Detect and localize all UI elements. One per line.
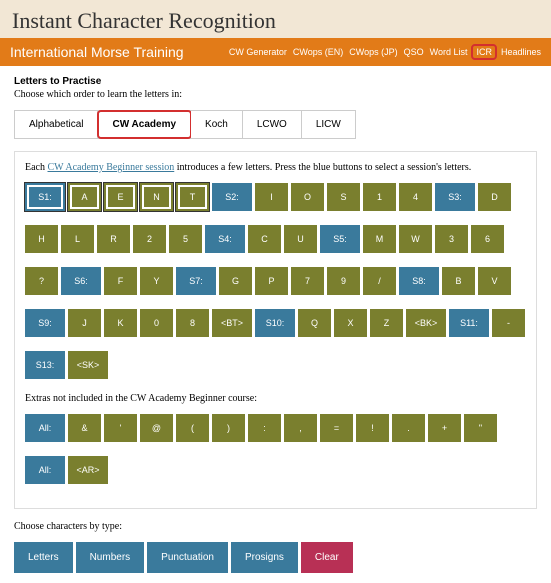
tab-koch[interactable]: Koch — [191, 111, 243, 138]
type-buttons: LettersNumbersPunctuationProsignsClear — [14, 542, 537, 573]
nav-link-icr[interactable]: ICR — [471, 44, 497, 60]
order-tabs: AlphabeticalCW AcademyKochLCWOLICW — [14, 110, 356, 139]
letter-button[interactable]: U — [284, 225, 317, 253]
letter-button[interactable]: + — [428, 414, 461, 442]
letter-button[interactable]: X — [334, 309, 367, 337]
letter-button[interactable]: W — [399, 225, 432, 253]
session-button[interactable]: S8: — [399, 267, 439, 295]
session-button[interactable]: S13: — [25, 351, 65, 379]
letter-button[interactable]: G — [219, 267, 252, 295]
nav-link-cwgenerator[interactable]: CW Generator — [229, 47, 287, 57]
letter-button[interactable]: @ — [140, 414, 173, 442]
session-button[interactable]: S2: — [212, 183, 252, 211]
session-button[interactable]: All: — [25, 414, 65, 442]
type-punctuation[interactable]: Punctuation — [147, 542, 228, 573]
letter-button[interactable]: : — [248, 414, 281, 442]
session-button[interactable]: S10: — [255, 309, 295, 337]
letter-button[interactable]: N — [140, 183, 173, 211]
letter-button[interactable]: F — [104, 267, 137, 295]
letter-button[interactable]: Q — [298, 309, 331, 337]
letter-button[interactable]: 1 — [363, 183, 396, 211]
letter-button[interactable]: ! — [356, 414, 389, 442]
type-label: Choose characters by type: — [14, 521, 537, 532]
nav-link-qso[interactable]: QSO — [404, 47, 424, 57]
letter-button[interactable]: I — [255, 183, 288, 211]
letter-button[interactable]: - — [492, 309, 525, 337]
session-button[interactable]: S4: — [205, 225, 245, 253]
letter-button[interactable]: P — [255, 267, 288, 295]
session-button[interactable]: All: — [25, 456, 65, 484]
section-title: Letters to Practise — [14, 76, 537, 87]
nav-link-cwopsen[interactable]: CWops (EN) — [293, 47, 343, 57]
letter-button[interactable]: L — [61, 225, 94, 253]
letter-button[interactable]: ' — [104, 414, 137, 442]
letter-button[interactable]: Z — [370, 309, 403, 337]
panel-desc: Each CW Academy Beginner session introdu… — [25, 162, 526, 173]
section-sub: Choose which order to learn the letters … — [14, 89, 537, 100]
nav-bar: International Morse Training CW Generato… — [0, 38, 551, 66]
letter-button[interactable]: H — [25, 225, 58, 253]
letter-button[interactable]: J — [68, 309, 101, 337]
session-button[interactable]: S7: — [176, 267, 216, 295]
letter-button[interactable]: / — [363, 267, 396, 295]
letter-button[interactable]: S — [327, 183, 360, 211]
letter-button[interactable]: 7 — [291, 267, 324, 295]
letter-button[interactable]: Y — [140, 267, 173, 295]
letter-button[interactable]: 5 — [169, 225, 202, 253]
letter-button[interactable]: 9 — [327, 267, 360, 295]
letters-panel: Each CW Academy Beginner session introdu… — [14, 151, 537, 509]
letter-button[interactable]: 3 — [435, 225, 468, 253]
type-clear[interactable]: Clear — [301, 542, 353, 573]
letter-button[interactable]: V — [478, 267, 511, 295]
type-letters[interactable]: Letters — [14, 542, 73, 573]
letter-button[interactable]: B — [442, 267, 475, 295]
letter-button[interactable]: . — [392, 414, 425, 442]
letter-button[interactable]: ? — [25, 267, 58, 295]
letter-button[interactable]: D — [478, 183, 511, 211]
tab-licw[interactable]: LICW — [302, 111, 355, 138]
letter-button[interactable]: R — [97, 225, 130, 253]
session-button[interactable]: S1: — [25, 183, 65, 211]
letter-button[interactable]: O — [291, 183, 324, 211]
session-button[interactable]: S5: — [320, 225, 360, 253]
letter-button[interactable]: <BT> — [212, 309, 252, 337]
letter-button[interactable]: 0 — [140, 309, 173, 337]
letter-button[interactable]: , — [284, 414, 317, 442]
tab-lcwo[interactable]: LCWO — [243, 111, 302, 138]
session-button[interactable]: S11: — [449, 309, 489, 337]
letter-button[interactable]: & — [68, 414, 101, 442]
letter-button[interactable]: = — [320, 414, 353, 442]
letter-button[interactable]: K — [104, 309, 137, 337]
letter-button[interactable]: M — [363, 225, 396, 253]
letter-button[interactable]: <BK> — [406, 309, 446, 337]
letter-button[interactable]: 6 — [471, 225, 504, 253]
letter-button[interactable]: <SK> — [68, 351, 108, 379]
letter-button[interactable]: " — [464, 414, 497, 442]
page-title: Instant Character Recognition — [12, 8, 539, 34]
tab-alphabetical[interactable]: Alphabetical — [15, 111, 98, 138]
nav-link-wordlist[interactable]: Word List — [430, 47, 468, 57]
letter-button[interactable]: T — [176, 183, 209, 211]
session-button[interactable]: S9: — [25, 309, 65, 337]
letter-button[interactable]: C — [248, 225, 281, 253]
letter-button[interactable]: 8 — [176, 309, 209, 337]
nav-link-headlines[interactable]: Headlines — [501, 47, 541, 57]
tab-cwacademy[interactable]: CW Academy — [98, 111, 191, 138]
nav-link-cwopsjp[interactable]: CWops (JP) — [349, 47, 397, 57]
session-button[interactable]: S3: — [435, 183, 475, 211]
letter-button[interactable]: ) — [212, 414, 245, 442]
letter-button[interactable]: <AR> — [68, 456, 108, 484]
letter-button[interactable]: 2 — [133, 225, 166, 253]
session-button[interactable]: S6: — [61, 267, 101, 295]
type-prosigns[interactable]: Prosigns — [231, 542, 298, 573]
cw-academy-link[interactable]: CW Academy Beginner session — [48, 162, 175, 173]
letter-button[interactable]: 4 — [399, 183, 432, 211]
letter-button[interactable]: ( — [176, 414, 209, 442]
nav-title: International Morse Training — [10, 44, 229, 60]
letter-button[interactable]: A — [68, 183, 101, 211]
nav-links: CW Generator CWops (EN) CWops (JP) QSO Word … — [229, 47, 541, 57]
extras-label: Extras not included in the CW Academy Be… — [25, 393, 526, 404]
type-numbers[interactable]: Numbers — [76, 542, 145, 573]
letter-button[interactable]: E — [104, 183, 137, 211]
